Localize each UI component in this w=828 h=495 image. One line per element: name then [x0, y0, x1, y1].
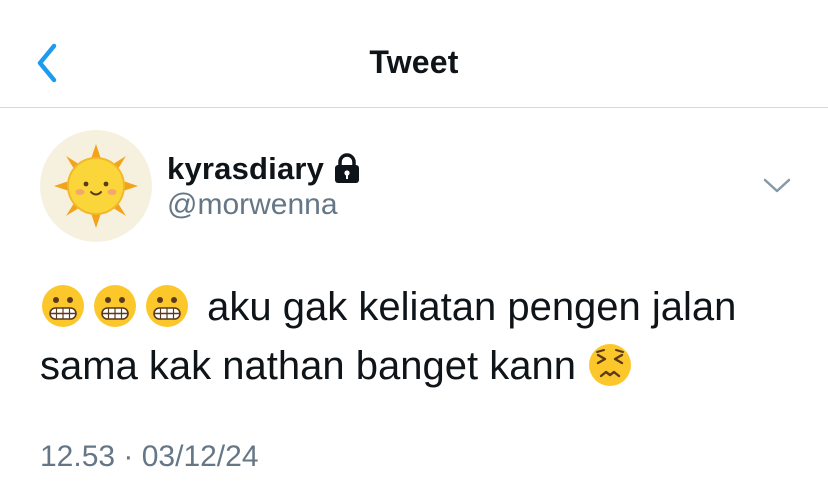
page-title: Tweet	[369, 44, 459, 80]
grimacing-face-emoji-icon	[144, 283, 190, 329]
top-bar: Tweet	[0, 0, 828, 108]
lock-icon	[332, 152, 362, 186]
tweet-text-line-2: sama kak nathan banget kann	[40, 344, 576, 388]
tweet-text: aku gak keliatan pengen jalan sama kak n…	[40, 278, 810, 396]
avatar[interactable]	[40, 130, 152, 242]
more-options-button[interactable]	[762, 176, 792, 196]
user-name-row: kyrasdiary	[167, 149, 362, 189]
tweet-timestamp: 12.53 · 03/12/24	[40, 440, 259, 473]
grimacing-face-emoji-icon	[92, 283, 138, 329]
tweet-text-line-1: aku gak keliatan pengen jalan	[207, 285, 737, 329]
user-handle[interactable]: @morwenna	[167, 188, 338, 222]
grimacing-face-emoji-icon	[40, 283, 86, 329]
persevering-face-emoji-icon	[587, 342, 633, 388]
display-name[interactable]: kyrasdiary	[167, 151, 324, 187]
sun-avatar-image	[54, 144, 138, 228]
chevron-down-icon	[763, 178, 791, 193]
